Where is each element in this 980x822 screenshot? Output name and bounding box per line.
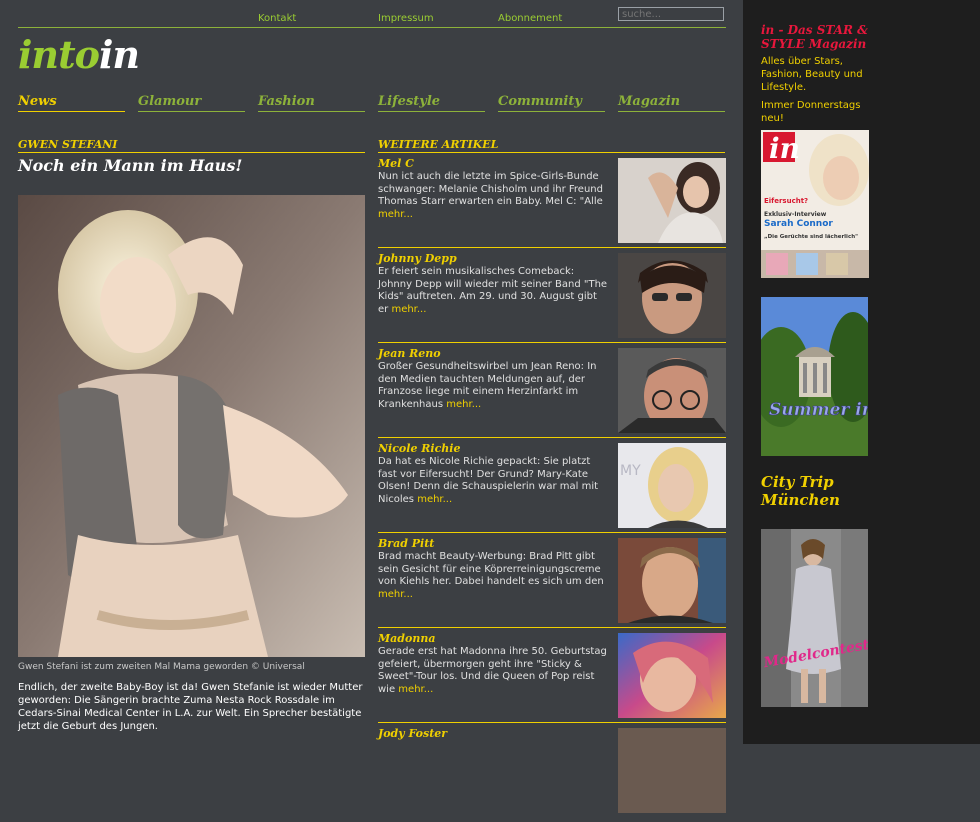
more-link[interactable]: mehr...	[446, 399, 481, 410]
main-article-photo[interactable]	[18, 195, 365, 657]
logo[interactable]: intoin	[18, 32, 140, 77]
sidebar-description: Alles über Stars, Fashion, Beauty und Li…	[761, 56, 863, 93]
article-intro: Endlich, der zweite Baby-Boy ist da! Gwe…	[18, 682, 363, 732]
article-teaser: Jody Foster	[378, 727, 726, 822]
photo-caption: Gwen Stefani ist zum zweiten Mal Mama ge…	[18, 662, 305, 672]
teaser-title[interactable]: Johnny Depp	[378, 252, 457, 265]
teaser-title[interactable]: Madonna	[378, 632, 435, 645]
logo-part-in: in	[98, 32, 140, 77]
more-articles-header: WEITERE ARTIKEL	[378, 138, 725, 153]
kontakt-link[interactable]: Kontakt	[258, 13, 296, 24]
article-teaser: Brad Pitt Brad macht Beauty-Werbung: Bra…	[378, 537, 726, 632]
more-link[interactable]: mehr...	[378, 589, 413, 600]
article-teaser: Johnny Depp Er feiert sein musikalisches…	[378, 252, 726, 347]
teaser-divider	[378, 342, 726, 343]
impressum-link[interactable]: Impressum	[378, 13, 434, 24]
cover-line: Exklusiv-Interview	[764, 211, 827, 218]
teaser-text: Da hat es Nicole Richie gepackt: Sie pla…	[378, 456, 599, 505]
teaser-photo[interactable]	[618, 158, 726, 243]
city-trip-link[interactable]: City Trip München	[761, 473, 871, 509]
teaser-text: Nun ict auch die letzte im Spice-Girls-B…	[378, 171, 603, 220]
cover-line: „Die Gerüchte sind lächerlich"	[764, 234, 858, 240]
more-link[interactable]: mehr...	[391, 304, 426, 315]
teaser-title[interactable]: Jean Reno	[378, 347, 441, 360]
teaser-text: Großer Gesundheitswirbel um Jean Reno: I…	[378, 361, 597, 410]
teaser-divider	[378, 247, 726, 248]
cover-line: Eifersucht?	[764, 197, 808, 205]
cover-line: Sarah Connor	[764, 219, 833, 229]
sidebar-title: in - Das STAR & STYLE Magazin	[761, 23, 868, 51]
svg-text:MY: MY	[620, 463, 641, 479]
article-teaser: Madonna Gerade erst hat Madonna ihre 50.…	[378, 632, 726, 727]
teaser-photo[interactable]	[618, 538, 726, 623]
top-divider	[18, 27, 726, 28]
teaser-photo[interactable]	[618, 253, 726, 338]
more-link[interactable]: mehr...	[398, 684, 433, 695]
article-teaser: Jean Reno Großer Gesundheitswirbel um Je…	[378, 347, 726, 442]
teaser-title[interactable]: Brad Pitt	[378, 537, 434, 550]
teaser-title[interactable]: Mel C	[378, 157, 414, 170]
nav-community[interactable]: Community	[498, 94, 605, 112]
nav-magazin[interactable]: Magazin	[618, 94, 725, 112]
teaser-divider	[378, 532, 726, 533]
teaser-text: Gerade erst hat Madonna ihre 50. Geburts…	[378, 646, 607, 695]
teaser-divider	[378, 437, 726, 438]
article-teaser: Mel C Nun ict auch die letzte im Spice-G…	[378, 157, 726, 252]
cover-logo: in	[769, 132, 800, 165]
more-link[interactable]: mehr...	[378, 209, 413, 220]
more-link[interactable]: mehr...	[417, 494, 452, 505]
nav-lifestyle[interactable]: Lifestyle	[378, 94, 485, 112]
teaser-photo[interactable]: MY	[618, 443, 726, 528]
summer-text: Summer in the city	[769, 400, 868, 420]
teaser-photo[interactable]	[618, 348, 726, 433]
search-input[interactable]	[618, 7, 724, 21]
nav-news[interactable]: News	[18, 94, 125, 112]
teaser-title[interactable]: Nicole Richie	[378, 442, 460, 455]
article-headline[interactable]: Noch ein Mann im Haus!	[18, 156, 242, 175]
teaser-text: Er feiert sein musikalisches Comeback: J…	[378, 266, 608, 315]
teaser-title[interactable]: Jody Foster	[378, 727, 447, 740]
summer-in-the-city-banner[interactable]: Summer in the city	[761, 297, 868, 456]
magazine-cover[interactable]: in Eifersucht? Exklusiv-Interview Sarah …	[761, 130, 869, 278]
logo-part-into: into	[18, 32, 100, 77]
article-kicker: GWEN STEFANI	[18, 138, 365, 153]
abonnement-link[interactable]: Abonnement	[498, 13, 562, 24]
article-teaser: Nicole Richie Da hat es Nicole Richie ge…	[378, 442, 726, 537]
nav-glamour[interactable]: Glamour	[138, 94, 245, 112]
teaser-photo[interactable]	[618, 728, 726, 813]
modelcontest-banner[interactable]: Modelcontest	[761, 529, 868, 707]
teaser-text: Brad macht Beauty-Werbung: Brad Pitt gib…	[378, 551, 604, 600]
sidebar-schedule: Immer Donnerstags neu!	[761, 100, 861, 124]
teaser-divider	[378, 627, 726, 628]
teaser-divider	[378, 722, 726, 723]
nav-fashion[interactable]: Fashion	[258, 94, 365, 112]
teaser-photo[interactable]	[618, 633, 726, 718]
